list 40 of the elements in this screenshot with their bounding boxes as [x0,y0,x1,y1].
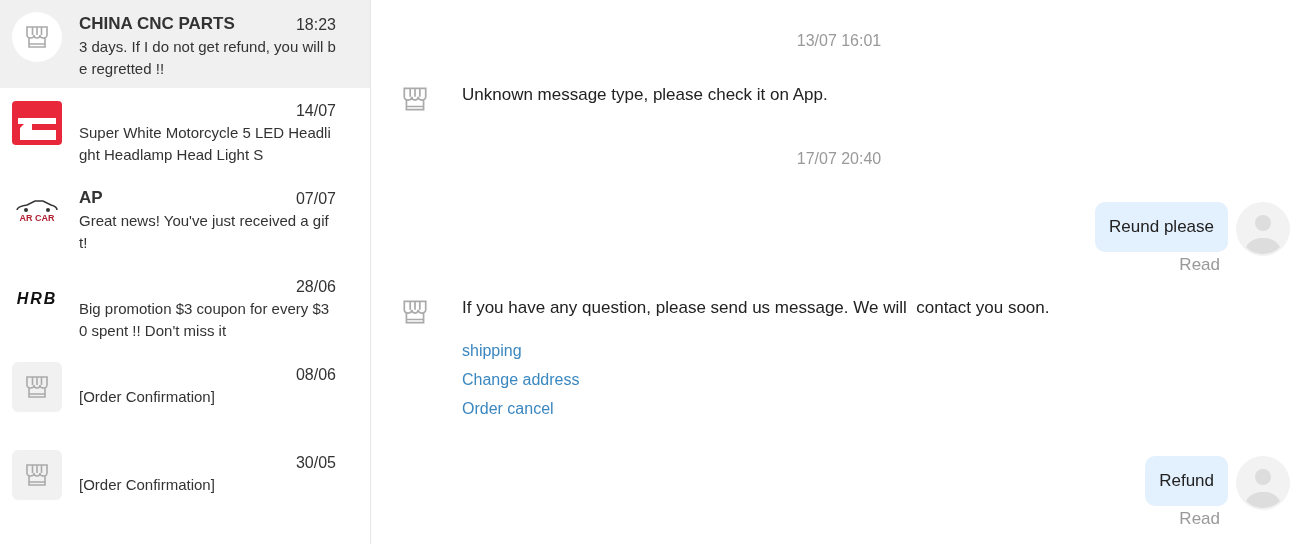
conversation-item[interactable]: CHINA CNC PARTS 18:23 3 days. If I do not get refund, you will be regretted !! [0,0,370,88]
conversation-item[interactable]: 08/06 [Order Confirmation] [0,352,370,440]
message-preview: Super White Motorcycle 5 LED Headlight Headlamp Head Light S [79,123,332,165]
store-icon [400,297,430,327]
store-icon [23,461,51,489]
message-date: 08/06 [295,366,336,384]
quick-reply-link[interactable]: Order cancel [462,398,554,420]
message-preview: [Order Confirmation] [79,387,216,407]
quick-reply-link[interactable]: shipping [462,340,522,362]
conversation-item[interactable]: HRB 28/06 Big promotion $3 coupon for every $30 spent !! Don't miss it [0,264,370,352]
read-status: Read [1179,509,1220,529]
store-icon [23,23,51,51]
timestamp: 13/07 16:01 [796,32,882,50]
message-bubble: Refund [1145,456,1228,506]
message-bubble: Reund please [1095,202,1228,252]
message-date: 30/05 [295,454,336,472]
message-text: If you have any question, please send us message. We will contact you soon. [462,297,1050,319]
message-date: 07/07 [295,190,336,208]
store-icon [23,373,51,401]
message-preview: Big promotion $3 coupon for every $30 spent !! Don't miss it [79,299,331,341]
conversation-item[interactable]: 14/07 Super White Motorcycle 5 LED Headlight Headlamp Head Light S [0,88,370,176]
conversation-item[interactable]: 30/05 [Order Confirmation] [0,440,370,528]
message-preview: [Order Confirmation] [79,475,216,495]
read-status: Read [1179,255,1220,275]
store-icon [400,84,430,114]
timestamp: 17/07 20:40 [796,150,882,168]
contact-name: AP [79,188,103,208]
conversation-item[interactable]: AR CAR AP 07/07 Great news! You've just received a gift! [0,176,370,264]
quick-reply-link[interactable]: Change address [462,369,580,391]
user-avatar [1236,202,1290,256]
message-date: 18:23 [295,16,336,34]
message-date: 28/06 [295,278,336,296]
message-text: Unknown message type, please check it on App. [462,84,828,106]
car-logo: AR CAR [12,186,62,236]
brand-logo: HRB [15,289,59,309]
message-preview: Great news! You've just received a gift! [79,211,330,253]
user-avatar [1236,456,1290,510]
message-date: 14/07 [295,102,336,120]
message-preview: 3 days. If I do not get refund, you will be regretted !! [79,37,336,79]
contact-name: CHINA CNC PARTS [79,14,235,34]
